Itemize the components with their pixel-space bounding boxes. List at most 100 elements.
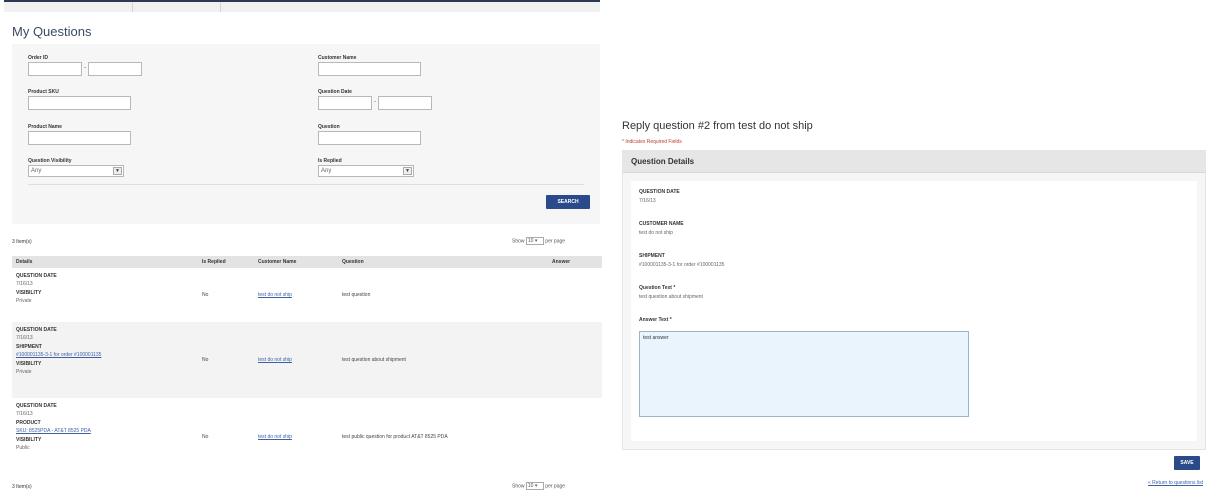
visibility-value: Public bbox=[16, 445, 30, 451]
shipment-link[interactable]: #100001135-3-1 for order #100001135 bbox=[16, 352, 101, 358]
question-date-value: 7/16/13 bbox=[16, 335, 33, 341]
is-replied-label: Is Replied bbox=[318, 158, 342, 164]
visibility-value: Private bbox=[16, 298, 32, 304]
is-replied-cell: No bbox=[198, 322, 254, 398]
question-date-from-input[interactable] bbox=[318, 96, 372, 110]
column-header-details[interactable]: Details bbox=[12, 256, 198, 268]
question-date-to-input[interactable] bbox=[378, 96, 432, 110]
product-sku-input[interactable] bbox=[28, 96, 131, 110]
customer-name-link[interactable]: test do not ship bbox=[258, 434, 292, 440]
items-count: 3 Item(s) bbox=[12, 239, 32, 245]
table-header-row: Details Is Replied Customer Name Questio… bbox=[12, 256, 602, 268]
question-cell: test question about shipment bbox=[338, 322, 548, 398]
answer-text-field: Answer Text * bbox=[639, 317, 672, 323]
table-row[interactable]: QUESTION DATE 7/16/13 VISIBILITY Private… bbox=[12, 268, 602, 322]
question-details-body: QUESTION DATE 7/16/13 CUSTOMER NAME test… bbox=[631, 181, 1197, 441]
pager-per-page-label: per page bbox=[545, 483, 566, 490]
range-separator: - bbox=[374, 99, 376, 105]
required-fields-note: * Indicates Required Fields bbox=[622, 139, 682, 145]
section-title: Question Details bbox=[623, 151, 1205, 173]
is-replied-select[interactable]: Any ▼ bbox=[318, 165, 414, 177]
product-name-label: Product Name bbox=[28, 124, 62, 130]
question-date-label: QUESTION DATE bbox=[639, 189, 680, 195]
visibility-label: VISIBILITY bbox=[16, 290, 42, 296]
table-row[interactable]: QUESTION DATE 7/16/13 PRODUCT SKU: 8525P… bbox=[12, 398, 602, 476]
per-page-select[interactable]: 10 ▾ bbox=[525, 237, 544, 245]
question-text-label: Question Text * bbox=[639, 285, 676, 291]
customer-name-value: test do not ship bbox=[639, 230, 673, 236]
chevron-down-icon: ▼ bbox=[403, 167, 412, 175]
per-page-select[interactable]: 10 ▾ bbox=[525, 482, 544, 490]
question-visibility-label: Question Visibility bbox=[28, 158, 72, 164]
table-row[interactable]: QUESTION DATE 7/16/13 SHIPMENT #10000113… bbox=[12, 322, 602, 398]
question-visibility-value: Any bbox=[31, 168, 42, 174]
question-date-field: QUESTION DATE 7/16/13 bbox=[639, 189, 680, 204]
product-sku-label: Product SKU bbox=[28, 89, 59, 95]
reply-panel: Reply question #2 from test do not ship … bbox=[618, 114, 1208, 502]
question-cell: test question bbox=[342, 292, 371, 298]
product-link[interactable]: SKU: 8525PDA - AT&T 8525 PDA bbox=[16, 428, 91, 434]
question-date-value: 7/16/13 bbox=[16, 411, 33, 417]
chevron-down-icon: ▼ bbox=[113, 167, 122, 175]
search-button[interactable]: SEARCH bbox=[546, 195, 590, 209]
visibility-label: VISIBILITY bbox=[16, 437, 42, 443]
visibility-label: VISIBILITY bbox=[16, 361, 42, 367]
answer-cell bbox=[548, 322, 602, 398]
back-to-questions-link[interactable]: « Return to questions list bbox=[1148, 480, 1203, 486]
question-label: Question bbox=[318, 124, 340, 130]
customer-name-label: CUSTOMER NAME bbox=[639, 221, 684, 227]
shipment-value: #100001135-3-1 for order #100001135 bbox=[639, 262, 725, 268]
customer-name-link[interactable]: test do not ship bbox=[258, 357, 292, 363]
question-date-value: 7/16/13 bbox=[639, 198, 656, 204]
question-date-label: QUESTION DATE bbox=[16, 327, 57, 333]
page-title: My Questions bbox=[12, 24, 92, 39]
per-page-control: Show 10 ▾ per page bbox=[512, 237, 565, 245]
question-details-section: Question Details QUESTION DATE 7/16/13 C… bbox=[622, 150, 1206, 450]
question-cell: test public question for product AT&T 85… bbox=[342, 434, 448, 440]
questions-table: Details Is Replied Customer Name Questio… bbox=[12, 256, 602, 476]
pager-show-label: Show bbox=[512, 483, 525, 490]
customer-name-input[interactable] bbox=[318, 62, 421, 76]
answer-textarea[interactable]: test answer bbox=[639, 331, 969, 417]
order-id-label: Order ID bbox=[28, 55, 49, 61]
column-header-customer-name[interactable]: Customer Name bbox=[254, 256, 338, 268]
order-id-to-input[interactable] bbox=[88, 62, 142, 76]
shipment-label: SHIPMENT bbox=[639, 253, 665, 259]
per-page-value: 10 bbox=[527, 238, 534, 244]
shipment-field: SHIPMENT #100001135-3-1 for order #10000… bbox=[639, 253, 724, 268]
pager-per-page-label: per page bbox=[545, 238, 566, 245]
answer-text-value: test answer bbox=[643, 335, 669, 341]
questions-panel: My Questions Order ID - Product SKU Prod… bbox=[4, 0, 602, 500]
footer-per-page-control: Show 10 ▾ per page bbox=[512, 482, 565, 490]
answer-text-label: Answer Text * bbox=[639, 317, 672, 323]
per-page-value: 10 bbox=[527, 483, 534, 489]
save-button[interactable]: SAVE bbox=[1174, 456, 1200, 470]
question-date-label: QUESTION DATE bbox=[16, 273, 57, 279]
nav-tab-divider bbox=[220, 2, 221, 12]
answer-cell bbox=[548, 268, 602, 322]
filter-divider bbox=[28, 184, 584, 185]
question-date-value: 7/16/13 bbox=[16, 281, 33, 287]
is-replied-cell: No bbox=[202, 292, 209, 298]
filter-form: Order ID - Product SKU Product Name Ques… bbox=[12, 44, 600, 224]
is-replied-value: Any bbox=[321, 168, 332, 174]
column-header-question[interactable]: Question bbox=[338, 256, 548, 268]
customer-name-field: CUSTOMER NAME test do not ship bbox=[639, 221, 684, 236]
pager-show-label: Show bbox=[512, 238, 525, 245]
top-nav-bar bbox=[4, 0, 600, 12]
question-date-label: Question Date bbox=[318, 89, 352, 95]
product-name-input[interactable] bbox=[28, 131, 131, 145]
range-separator: - bbox=[84, 65, 86, 71]
answer-cell bbox=[548, 398, 602, 476]
nav-tab-divider bbox=[132, 2, 133, 12]
question-visibility-select[interactable]: Any ▼ bbox=[28, 165, 124, 177]
question-text-field: Question Text * test question about ship… bbox=[639, 285, 703, 300]
customer-name-label: Customer Name bbox=[318, 55, 357, 61]
column-header-answer[interactable]: Answer bbox=[548, 256, 602, 268]
footer-items-count: 3 Item(s) bbox=[12, 484, 32, 490]
product-label: PRODUCT bbox=[16, 420, 41, 426]
question-input[interactable] bbox=[318, 131, 421, 145]
column-header-is-replied[interactable]: Is Replied bbox=[198, 256, 254, 268]
customer-name-link[interactable]: test do not ship bbox=[258, 292, 292, 298]
order-id-from-input[interactable] bbox=[28, 62, 82, 76]
